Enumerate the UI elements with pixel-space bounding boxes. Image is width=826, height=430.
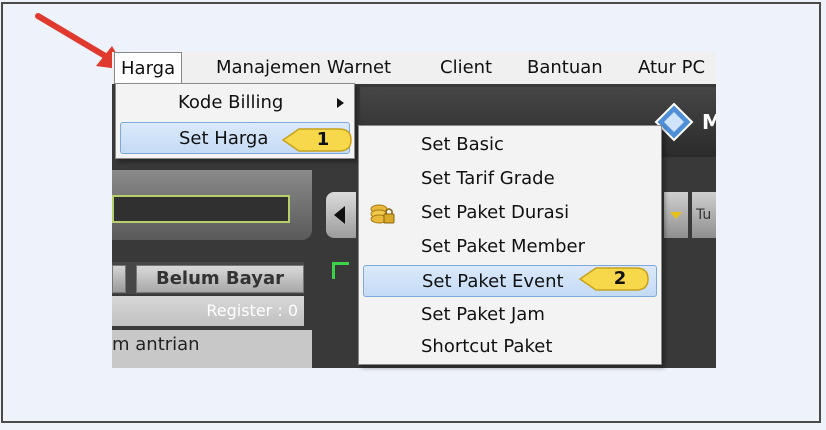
tu-button[interactable]: Tu bbox=[692, 192, 716, 238]
submenu-arrow-icon bbox=[337, 98, 344, 108]
submenu-item-set-paket-member[interactable]: Set Paket Member bbox=[363, 231, 657, 263]
submenu-item-set-paket-durasi[interactable]: Set Paket Durasi bbox=[363, 197, 657, 229]
submenu-item-set-basic[interactable]: Set Basic bbox=[363, 129, 657, 161]
tab-belum-bayar[interactable]: Belum Bayar bbox=[136, 265, 304, 293]
menu-item-kode-billing[interactable]: Kode Billing bbox=[120, 87, 350, 119]
set-paket-member-label: Set Paket Member bbox=[421, 236, 586, 257]
set-paket-jam-label: Set Paket Jam bbox=[421, 304, 545, 325]
toolbar-label-m: M bbox=[702, 110, 716, 134]
nav-left-button[interactable] bbox=[326, 192, 356, 238]
set-paket-durasi-label: Set Paket Durasi bbox=[421, 202, 570, 223]
callout-number-1: 1 bbox=[316, 129, 330, 150]
left-search-field[interactable] bbox=[112, 195, 290, 223]
green-corner-mark bbox=[332, 262, 349, 279]
set-tarif-grade-label: Set Tarif Grade bbox=[421, 168, 555, 189]
antrian-label: m antrian bbox=[112, 330, 312, 368]
menu-manajemen-warnet[interactable]: Manajemen Warnet bbox=[216, 52, 391, 84]
callout-step-1: 1 bbox=[281, 126, 353, 154]
shortcut-paket-label: Shortcut Paket bbox=[421, 336, 553, 357]
submenu-item-set-paket-jam[interactable]: Set Paket Jam bbox=[363, 299, 657, 331]
menu-bantuan[interactable]: Bantuan bbox=[527, 52, 603, 84]
menu-bar: Harga Manajemen Warnet Client Bantuan At… bbox=[112, 52, 716, 84]
submenu-item-shortcut-paket[interactable]: Shortcut Paket bbox=[363, 331, 657, 363]
callout-step-2: 2 bbox=[578, 265, 650, 293]
submenu-item-set-tarif-grade[interactable]: Set Tarif Grade bbox=[363, 163, 657, 195]
set-harga-submenu: Set Basic Set Tarif Grade Set Paket Dura… bbox=[358, 125, 662, 365]
callout-number-2: 2 bbox=[613, 268, 627, 289]
tab-partial[interactable] bbox=[112, 265, 126, 293]
dropdown-button[interactable] bbox=[664, 192, 688, 238]
menu-atur-pc[interactable]: Atur PC bbox=[638, 52, 705, 84]
register-count: Register : 0 bbox=[112, 296, 304, 326]
set-harga-label: Set Harga bbox=[179, 128, 269, 149]
kode-billing-label: Kode Billing bbox=[178, 92, 284, 113]
coins-lock-icon bbox=[370, 204, 395, 224]
set-basic-label: Set Basic bbox=[421, 134, 504, 155]
menu-harga[interactable]: Harga bbox=[114, 52, 183, 84]
menu-client[interactable]: Client bbox=[440, 52, 492, 84]
set-paket-event-label: Set Paket Event bbox=[422, 271, 564, 292]
